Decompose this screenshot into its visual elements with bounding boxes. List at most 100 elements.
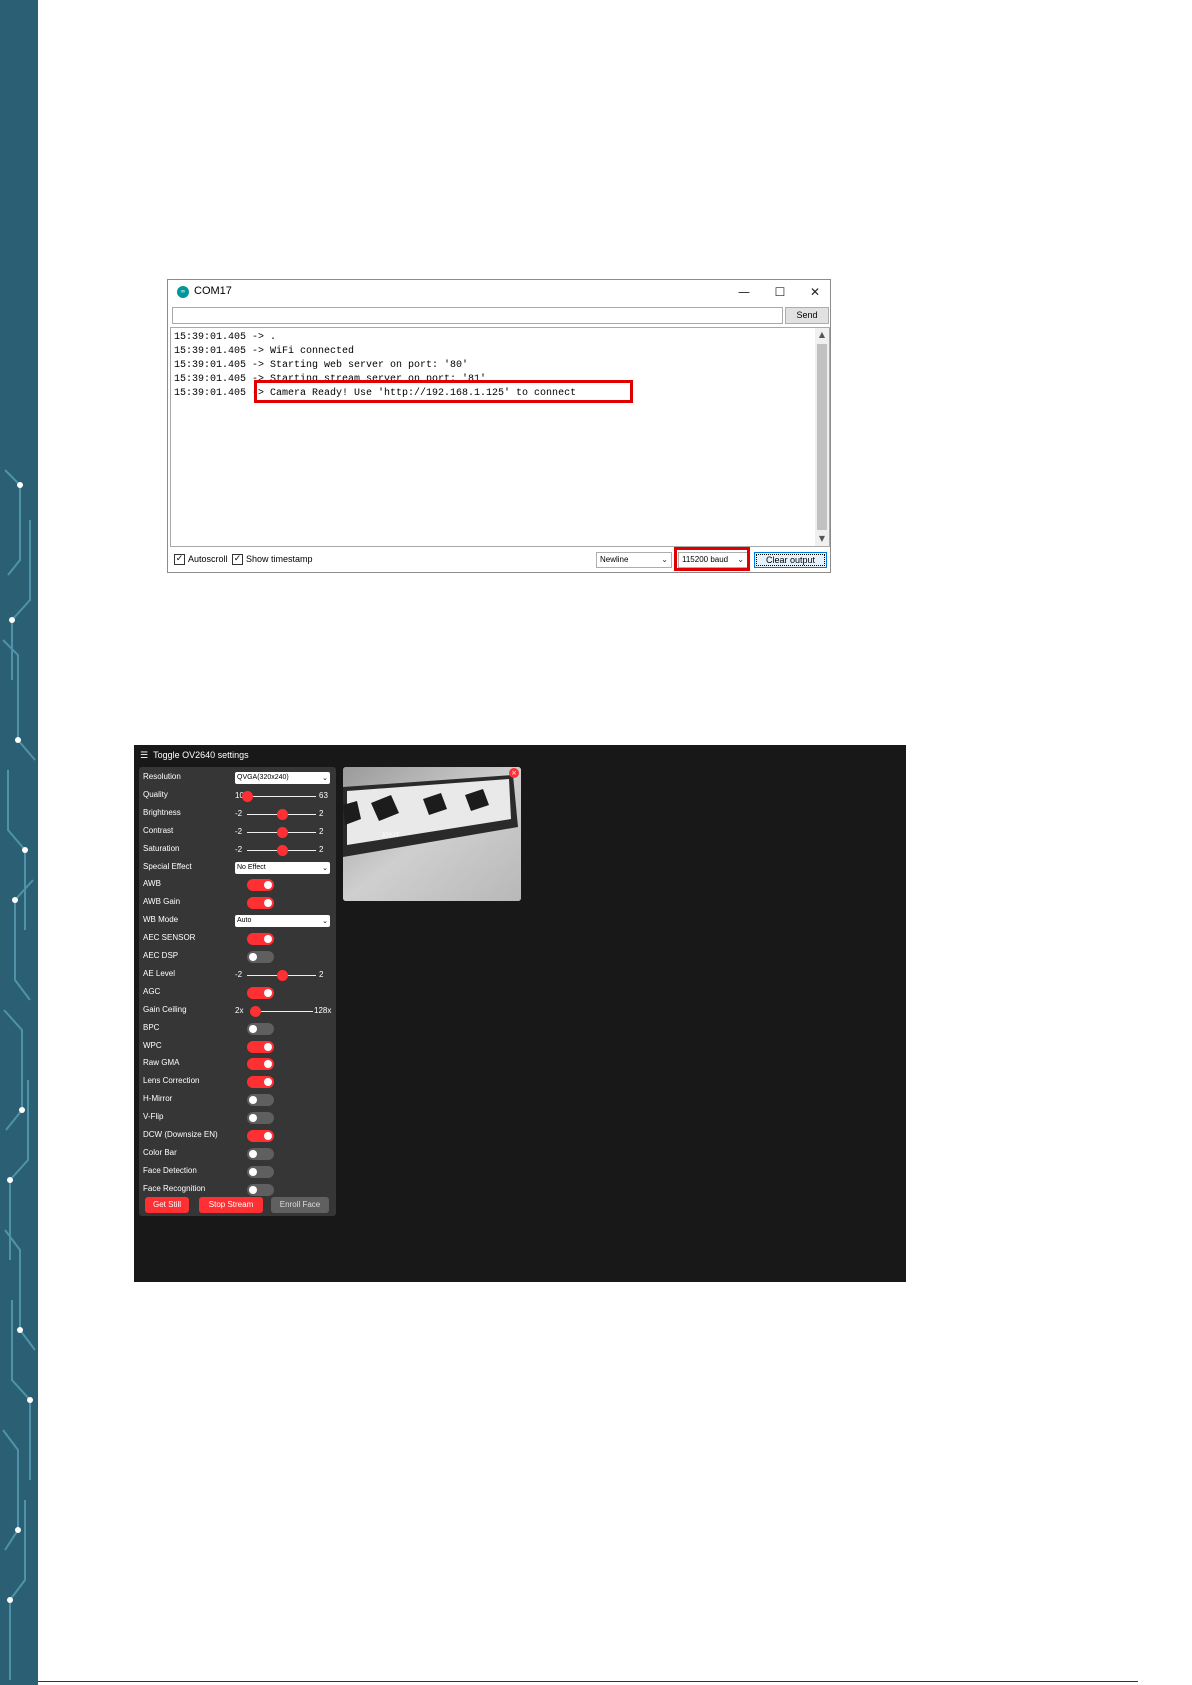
toggle-switch[interactable]	[247, 951, 274, 963]
toggle-switch[interactable]	[247, 1076, 274, 1089]
minimize-icon[interactable]: —	[729, 283, 759, 301]
range-min-label: -2	[235, 969, 243, 979]
setting-row: BPC	[143, 1021, 332, 1037]
setting-label: Gain Ceiling	[143, 1004, 187, 1014]
close-icon[interactable]: ✕	[800, 283, 830, 301]
toggle-knob	[264, 935, 272, 944]
line-ending-select[interactable]: Newline ⌄	[596, 552, 672, 568]
toggle-knob	[249, 1096, 257, 1105]
highlight-camera-ready	[254, 380, 633, 403]
range-min-label: -2	[235, 844, 243, 854]
arduino-logo-icon: ∞	[177, 286, 189, 298]
range-min-label: 2x	[235, 1005, 244, 1015]
slider-thumb[interactable]	[276, 826, 288, 838]
slider-thumb[interactable]	[276, 969, 288, 981]
scroll-up-icon[interactable]: ▲	[815, 328, 829, 342]
setting-row: AWB	[143, 877, 332, 893]
setting-row: Lens Correction	[143, 1074, 332, 1090]
menu-icon[interactable]: ☰	[140, 751, 148, 761]
setting-label: AEC DSP	[143, 951, 179, 960]
enroll-face-button[interactable]: Enroll Face	[271, 1197, 329, 1213]
setting-label: WB Mode	[143, 915, 179, 925]
setting-select-value: QVGA(320x240)	[237, 774, 289, 781]
clear-output-button[interactable]: Clear output	[754, 552, 827, 568]
setting-label: AWB	[143, 879, 161, 889]
toggle-knob	[249, 1024, 257, 1033]
setting-label: AWB Gain	[143, 897, 181, 907]
serial-output[interactable]: 15:39:01.405 -> . 15:39:01.405 -> WiFi c…	[170, 327, 830, 547]
send-button[interactable]: Send	[785, 307, 829, 324]
toggle-knob	[249, 1114, 257, 1123]
svg-text:JOY-iT: JOY-iT	[381, 833, 399, 839]
autoscroll-label: Autoscroll	[188, 554, 228, 564]
setting-row: AE Level -2 2	[143, 967, 332, 983]
slider-track[interactable]	[247, 795, 316, 797]
setting-row: AGC	[143, 985, 332, 1001]
autoscroll-checkbox[interactable]: ✓	[174, 554, 185, 565]
toggle-knob	[249, 953, 257, 961]
slider-track[interactable]	[255, 1010, 313, 1012]
vertical-scrollbar[interactable]: ▲ ▼	[815, 328, 829, 546]
chevron-down-icon: ⌄	[661, 555, 668, 564]
setting-row: Quality 10 63	[143, 788, 332, 804]
toggle-switch[interactable]	[247, 1022, 274, 1035]
toggle-switch[interactable]	[247, 933, 274, 946]
toggle-switch[interactable]	[247, 1183, 274, 1196]
slider-thumb[interactable]	[276, 808, 288, 820]
setting-row: Special Effect No Effect ⌄	[143, 860, 332, 876]
show-timestamp-checkbox[interactable]: ✓	[232, 554, 243, 565]
toggle-knob	[264, 1042, 272, 1051]
toggle-switch[interactable]	[247, 1094, 274, 1107]
setting-select[interactable]: QVGA(320x240) ⌄	[235, 772, 330, 784]
settings-panel: Get Still Stop Stream Enroll Face Resolu…	[139, 767, 336, 1216]
setting-row: Face Detection	[143, 1164, 332, 1180]
toggle-switch[interactable]	[247, 1165, 274, 1178]
setting-label: AE Level	[143, 968, 176, 978]
toggle-switch[interactable]	[247, 1147, 274, 1160]
slider-thumb[interactable]	[242, 790, 253, 802]
toggle-switch[interactable]	[247, 1130, 274, 1142]
log-line: 15:39:01.405 -> WiFi connected	[174, 346, 355, 357]
setting-select[interactable]: No Effect ⌄	[235, 861, 330, 874]
setting-label: AGC	[143, 986, 161, 996]
range-max-label: 63	[319, 790, 328, 800]
serial-monitor-window: ∞ COM17 — ☐ ✕ Send 15:39:01.405 -> . 15:…	[167, 279, 831, 573]
range-max-label: 2	[319, 969, 324, 979]
setting-label: Lens Correction	[143, 1076, 200, 1086]
range-max-label: 128x	[314, 1005, 332, 1015]
camera-web-interface: ☰ Toggle OV2640 settings Get Still Stop S…	[134, 745, 906, 1282]
slider-thumb[interactable]	[250, 1005, 261, 1017]
send-input[interactable]	[172, 307, 783, 324]
toggle-switch[interactable]	[247, 897, 274, 910]
setting-select[interactable]: Auto ⌄	[235, 915, 330, 928]
setting-label: H-Mirror	[143, 1094, 173, 1104]
toggle-switch[interactable]	[247, 879, 274, 892]
setting-row: Contrast -2 2	[143, 824, 332, 840]
scroll-thumb[interactable]	[817, 344, 827, 530]
log-line: 15:39:01.405 -> Starting web server on p…	[174, 360, 469, 371]
setting-label: Color Bar	[143, 1147, 177, 1157]
toggle-switch[interactable]	[247, 1058, 274, 1071]
setting-row: Color Bar	[143, 1146, 332, 1162]
maximize-icon[interactable]: ☐	[765, 283, 795, 301]
setting-label: Raw GMA	[143, 1058, 180, 1068]
close-stream-icon[interactable]: ×	[509, 768, 519, 778]
slider-thumb[interactable]	[276, 844, 288, 856]
toggle-switch[interactable]	[247, 1112, 274, 1125]
setting-row: Gain Ceiling 2x 128x	[143, 1003, 332, 1019]
toggle-switch[interactable]	[247, 986, 274, 999]
setting-row: Saturation -2 2	[143, 842, 332, 858]
setting-label: AEC SENSOR	[143, 933, 196, 943]
get-still-button[interactable]: Get Still	[145, 1197, 189, 1213]
setting-row: Face Recognition	[143, 1182, 332, 1198]
range-max-label: 2	[319, 844, 324, 854]
toggle-settings[interactable]: ☰ Toggle OV2640 settings	[140, 750, 249, 761]
stop-stream-button[interactable]: Stop Stream	[199, 1197, 263, 1213]
setting-row: Brightness -2 2	[143, 806, 332, 822]
toggle-switch[interactable]	[247, 1040, 274, 1053]
range-max-label: 2	[319, 808, 324, 818]
setting-row: WB Mode Auto ⌄	[143, 913, 332, 929]
toggle-knob	[264, 1060, 272, 1069]
setting-label: WPC	[143, 1040, 162, 1050]
scroll-down-icon[interactable]: ▼	[815, 532, 829, 546]
